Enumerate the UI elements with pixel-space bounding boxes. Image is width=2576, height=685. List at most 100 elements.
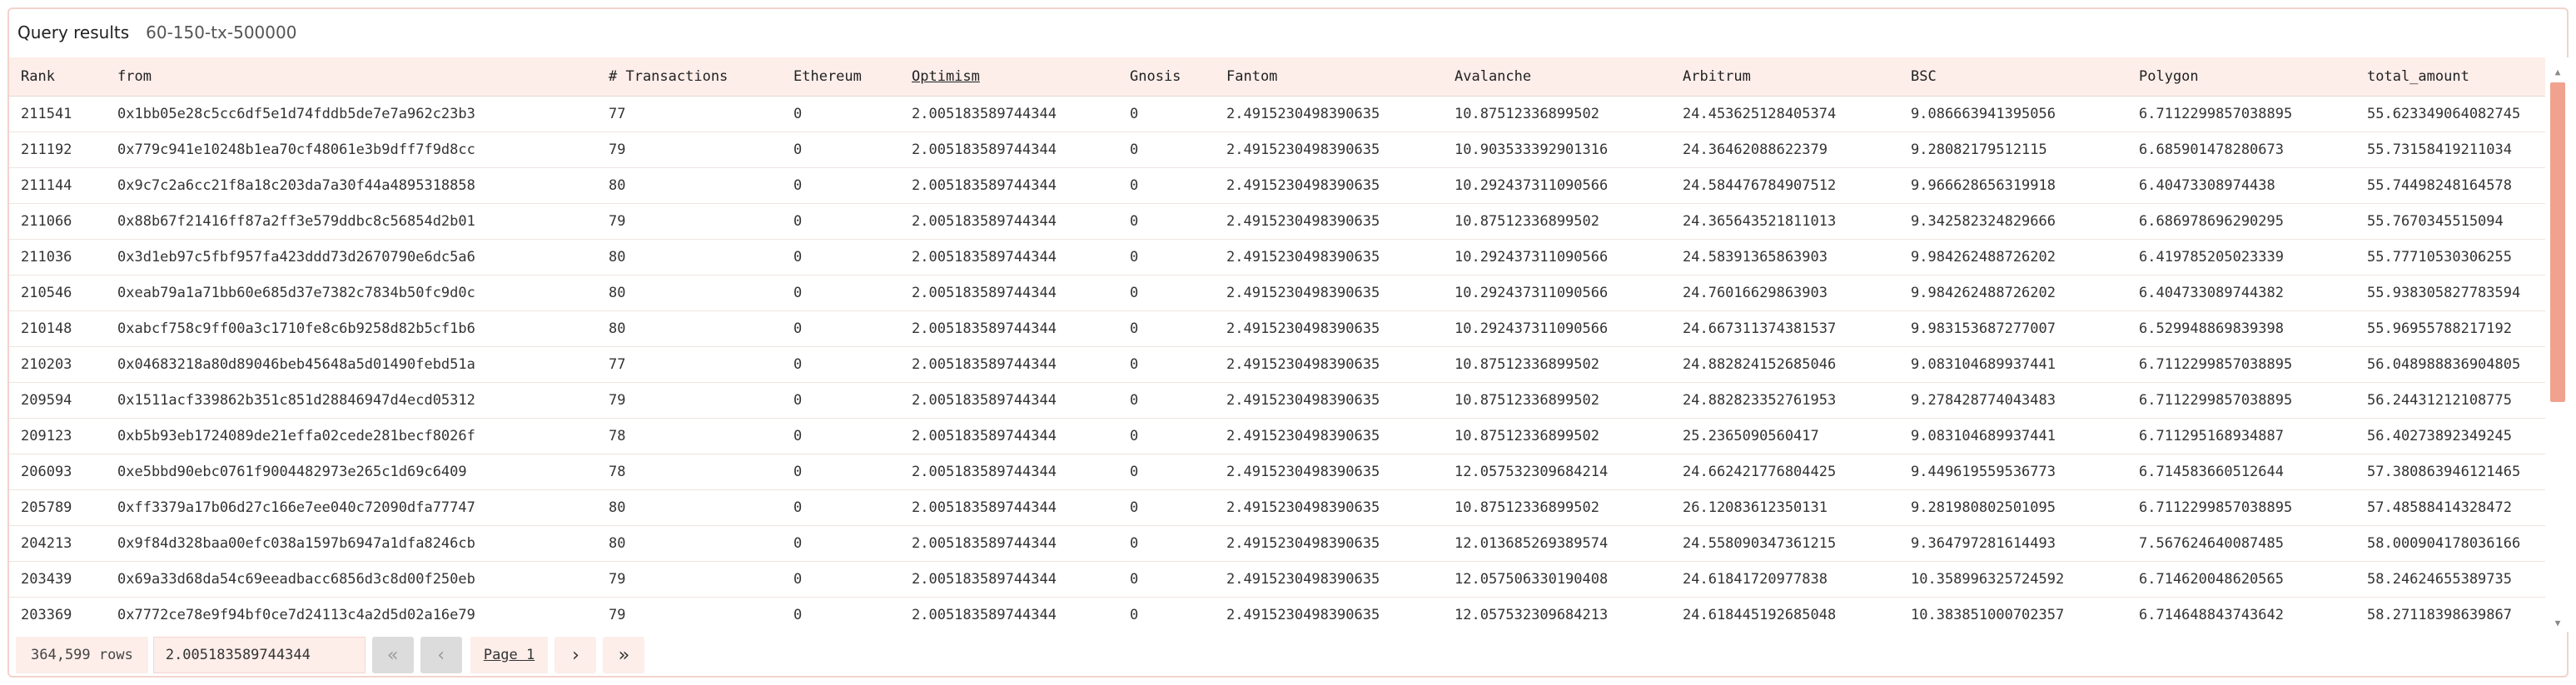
table-cell-fantom[interactable]: 2.4915230498390635 — [1215, 418, 1443, 454]
table-cell-arbitrum[interactable]: 24.36462088622379 — [1671, 132, 1899, 168]
table-cell-bsc[interactable]: 9.083104689937441 — [1899, 418, 2127, 454]
table-cell-total-amount[interactable]: 56.24431212108775 — [2355, 382, 2545, 419]
table-cell-optimism[interactable]: 2.005183589744344 — [900, 96, 1118, 132]
table-cell-total-amount[interactable]: 55.623349064082745 — [2355, 96, 2545, 132]
table-cell-bsc[interactable]: 9.983153687277007 — [1899, 310, 2127, 347]
table-cell-arbitrum[interactable]: 25.2365090560417 — [1671, 418, 1899, 454]
column-header-polygon[interactable]: Polygon — [2127, 57, 2355, 97]
table-cell-fantom[interactable]: 2.4915230498390635 — [1215, 275, 1443, 311]
table-cell-bsc[interactable]: 9.083104689937441 — [1899, 346, 2127, 383]
table-cell-bsc[interactable]: 9.966628656319918 — [1899, 167, 2127, 204]
table-cell-rank[interactable]: 203439 — [9, 561, 106, 598]
table-cell-polygon[interactable]: 6.7112299857038895 — [2127, 382, 2355, 419]
table-cell-tx[interactable]: 80 — [597, 275, 782, 311]
table-cell-avalanche[interactable]: 10.903533392901316 — [1443, 132, 1671, 168]
table-cell-rank[interactable]: 210546 — [9, 275, 106, 311]
table-row[interactable]: 210148 0xabcf758c9ff00a3c1710fe8c6b9258d8… — [9, 310, 2545, 347]
table-cell-polygon[interactable]: 6.714583660512644 — [2127, 454, 2355, 490]
table-cell-from[interactable]: 0xeab79a1a71bb60e685d37e7382c7834b50fc9d… — [106, 275, 597, 311]
table-cell-polygon[interactable]: 6.404733089744382 — [2127, 275, 2355, 311]
table-cell-avalanche[interactable]: 12.057532309684214 — [1443, 454, 1671, 490]
table-cell-optimism[interactable]: 2.005183589744344 — [900, 489, 1118, 526]
table-row[interactable]: 210203 0x04683218a80d89046beb45648a5d0149… — [9, 346, 2545, 383]
table-cell-ethereum[interactable]: 0 — [782, 418, 900, 454]
table-cell-optimism[interactable]: 2.005183589744344 — [900, 561, 1118, 598]
table-cell-from[interactable]: 0xabcf758c9ff00a3c1710fe8c6b9258d82b5cf1… — [106, 310, 597, 347]
table-cell-gnosis[interactable]: 0 — [1118, 239, 1215, 275]
table-cell-fantom[interactable]: 2.4915230498390635 — [1215, 489, 1443, 526]
table-cell-from[interactable]: 0x779c941e10248b1ea70cf48061e3b9dff7f9d8… — [106, 132, 597, 168]
table-cell-ethereum[interactable]: 0 — [782, 525, 900, 562]
table-cell-rank[interactable]: 204213 — [9, 525, 106, 562]
table-cell-gnosis[interactable]: 0 — [1118, 203, 1215, 240]
table-cell-bsc[interactable]: 10.358996325724592 — [1899, 561, 2127, 598]
column-header-arbitrum[interactable]: Arbitrum — [1671, 57, 1899, 97]
table-cell-from[interactable]: 0x9f84d328baa00efc038a1597b6947a1dfa8246… — [106, 525, 597, 562]
table-cell-polygon[interactable]: 6.7112299857038895 — [2127, 489, 2355, 526]
table-row[interactable]: 211192 0x779c941e10248b1ea70cf48061e3b9df… — [9, 132, 2545, 168]
table-cell-optimism[interactable]: 2.005183589744344 — [900, 418, 1118, 454]
table-cell-from[interactable]: 0x04683218a80d89046beb45648a5d01490febd5… — [106, 346, 597, 383]
table-cell-bsc[interactable]: 9.342582324829666 — [1899, 203, 2127, 240]
table-cell-ethereum[interactable]: 0 — [782, 346, 900, 383]
table-cell-gnosis[interactable]: 0 — [1118, 454, 1215, 490]
first-page-button[interactable]: « — [371, 637, 414, 673]
table-cell-gnosis[interactable]: 0 — [1118, 489, 1215, 526]
column-header-avalanche[interactable]: Avalanche — [1443, 57, 1671, 97]
table-cell-fantom[interactable]: 2.4915230498390635 — [1215, 132, 1443, 168]
table-cell-fantom[interactable]: 2.4915230498390635 — [1215, 382, 1443, 419]
table-cell-tx[interactable]: 79 — [597, 382, 782, 419]
table-cell-total-amount[interactable]: 57.380863946121465 — [2355, 454, 2545, 490]
table-cell-ethereum[interactable]: 0 — [782, 239, 900, 275]
table-cell-bsc[interactable]: 9.086663941395056 — [1899, 96, 2127, 132]
scroll-down-arrow-icon[interactable]: ▼ — [2547, 615, 2569, 632]
table-cell-ethereum[interactable]: 0 — [782, 132, 900, 168]
table-cell-optimism[interactable]: 2.005183589744344 — [900, 167, 1118, 204]
table-cell-avalanche[interactable]: 10.292437311090566 — [1443, 167, 1671, 204]
table-cell-bsc[interactable]: 9.984262488726202 — [1899, 275, 2127, 311]
table-cell-optimism[interactable]: 2.005183589744344 — [900, 597, 1118, 632]
table-cell-optimism[interactable]: 2.005183589744344 — [900, 132, 1118, 168]
table-cell-tx[interactable]: 78 — [597, 454, 782, 490]
table-cell-gnosis[interactable]: 0 — [1118, 167, 1215, 204]
table-cell-tx[interactable]: 77 — [597, 96, 782, 132]
table-cell-gnosis[interactable]: 0 — [1118, 418, 1215, 454]
table-cell-fantom[interactable]: 2.4915230498390635 — [1215, 96, 1443, 132]
table-cell-tx[interactable]: 80 — [597, 489, 782, 526]
table-cell-ethereum[interactable]: 0 — [782, 454, 900, 490]
table-cell-ethereum[interactable]: 0 — [782, 203, 900, 240]
table-cell-ethereum[interactable]: 0 — [782, 96, 900, 132]
table-cell-total-amount[interactable]: 58.000904178036166 — [2355, 525, 2545, 562]
table-cell-gnosis[interactable]: 0 — [1118, 346, 1215, 383]
table-cell-fantom[interactable]: 2.4915230498390635 — [1215, 310, 1443, 347]
table-cell-avalanche[interactable]: 10.292437311090566 — [1443, 275, 1671, 311]
table-cell-arbitrum[interactable]: 24.584476784907512 — [1671, 167, 1899, 204]
column-header-gnosis[interactable]: Gnosis — [1118, 57, 1215, 97]
table-row[interactable]: 203439 0x69a33d68da54c69eeadbacc6856d3c8d… — [9, 561, 2545, 598]
column-header-total-amount[interactable]: total_amount — [2355, 57, 2545, 97]
table-cell-from[interactable]: 0x1511acf339862b351c851d28846947d4ecd053… — [106, 382, 597, 419]
table-cell-arbitrum[interactable]: 24.558090347361215 — [1671, 525, 1899, 562]
table-cell-from[interactable]: 0xb5b93eb1724089de21effa02cede281becf802… — [106, 418, 597, 454]
column-header-from[interactable]: from — [106, 57, 597, 97]
table-cell-optimism[interactable]: 2.005183589744344 — [900, 454, 1118, 490]
table-cell-polygon[interactable]: 6.7112299857038895 — [2127, 96, 2355, 132]
table-cell-optimism[interactable]: 2.005183589744344 — [900, 525, 1118, 562]
table-cell-tx[interactable]: 80 — [597, 167, 782, 204]
table-cell-arbitrum[interactable]: 24.662421776804425 — [1671, 454, 1899, 490]
table-cell-fantom[interactable]: 2.4915230498390635 — [1215, 239, 1443, 275]
table-cell-avalanche[interactable]: 10.87512336899502 — [1443, 96, 1671, 132]
table-cell-arbitrum[interactable]: 26.12083612350131 — [1671, 489, 1899, 526]
table-cell-total-amount[interactable]: 55.77710530306255 — [2355, 239, 2545, 275]
table-cell-optimism[interactable]: 2.005183589744344 — [900, 346, 1118, 383]
table-cell-total-amount[interactable]: 55.73158419211034 — [2355, 132, 2545, 168]
scroll-up-arrow-icon[interactable]: ▲ — [2547, 64, 2569, 81]
table-cell-fantom[interactable]: 2.4915230498390635 — [1215, 597, 1443, 632]
vertical-scrollbar[interactable]: ▲ ▼ — [2547, 57, 2569, 632]
table-cell-rank[interactable]: 211036 — [9, 239, 106, 275]
table-cell-from[interactable]: 0x9c7c2a6cc21f8a18c203da7a30f44a48953188… — [106, 167, 597, 204]
table-cell-ethereum[interactable]: 0 — [782, 167, 900, 204]
table-cell-polygon[interactable]: 6.7112299857038895 — [2127, 346, 2355, 383]
table-row[interactable]: 210546 0xeab79a1a71bb60e685d37e7382c7834b… — [9, 275, 2545, 311]
table-cell-avalanche[interactable]: 12.057506330190408 — [1443, 561, 1671, 598]
